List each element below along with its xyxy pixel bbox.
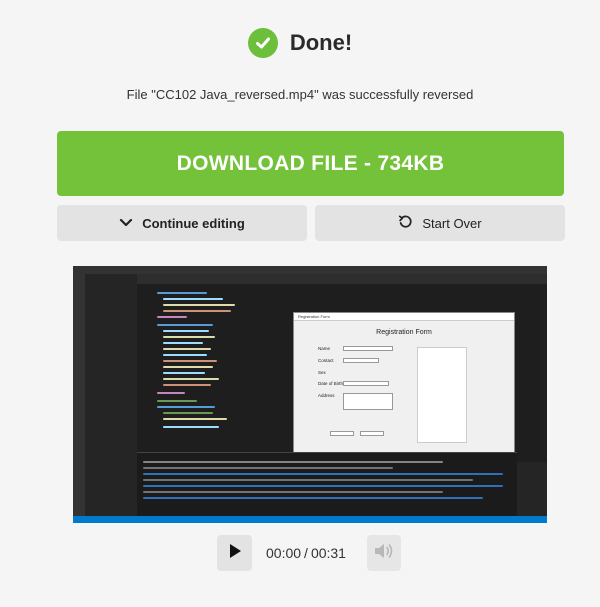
ide-tabs xyxy=(137,274,547,284)
form-reset-box xyxy=(360,431,384,436)
name-input xyxy=(343,346,393,351)
chevron-down-icon xyxy=(119,216,133,231)
play-icon xyxy=(228,543,242,564)
rotate-ccw-icon xyxy=(398,214,413,232)
ide-terminal-panel xyxy=(137,452,517,516)
form-window-title: Registration Form xyxy=(294,313,514,321)
field-label-address: Address xyxy=(318,393,335,398)
registration-form-window: Registration Form Registration Form Name… xyxy=(293,312,515,458)
time-separator: / xyxy=(304,545,308,561)
form-heading: Registration Form xyxy=(376,329,432,336)
dob-input xyxy=(343,381,389,386)
field-label-name: Name xyxy=(318,346,331,351)
ide-editor: Registration Form Registration Form Name… xyxy=(137,284,547,458)
start-over-button[interactable]: Start Over xyxy=(315,205,565,241)
duration: 00:31 xyxy=(310,545,346,561)
ide-right-panel xyxy=(517,462,547,516)
download-file-button[interactable]: DOWNLOAD FILE - 734KB xyxy=(57,131,564,196)
time-display: 00:00/00:31 xyxy=(266,545,346,561)
address-input xyxy=(343,393,393,410)
start-over-label: Start Over xyxy=(422,215,482,231)
play-button[interactable] xyxy=(217,535,252,571)
current-time: 00:00 xyxy=(266,545,302,561)
done-title: Done! xyxy=(289,30,353,55)
ide-sidebar xyxy=(85,274,137,516)
ide-titlebar xyxy=(73,266,547,274)
form-submit-box xyxy=(330,431,354,436)
video-preview[interactable]: Registration Form Registration Form Name… xyxy=(73,266,547,523)
ide-status-bar xyxy=(73,516,547,523)
field-label-sex: Sex xyxy=(318,370,326,375)
continue-editing-label: Continue editing xyxy=(142,215,245,231)
ide-activity-bar xyxy=(73,274,85,516)
volume-icon xyxy=(373,542,395,565)
continue-editing-button[interactable]: Continue editing xyxy=(57,205,307,241)
form-preview-panel xyxy=(417,347,467,443)
check-circle-icon xyxy=(247,28,278,58)
volume-button[interactable] xyxy=(367,535,401,571)
field-label-dob: Date of Birth xyxy=(318,381,344,386)
success-message: File "CC102 Java_reversed.mp4" was succe… xyxy=(126,87,474,102)
player-controls: 00:00/00:31 xyxy=(0,535,600,573)
contact-input xyxy=(343,358,379,363)
field-label-contact: Contact xyxy=(318,358,334,363)
status-header: Done! xyxy=(0,28,600,58)
